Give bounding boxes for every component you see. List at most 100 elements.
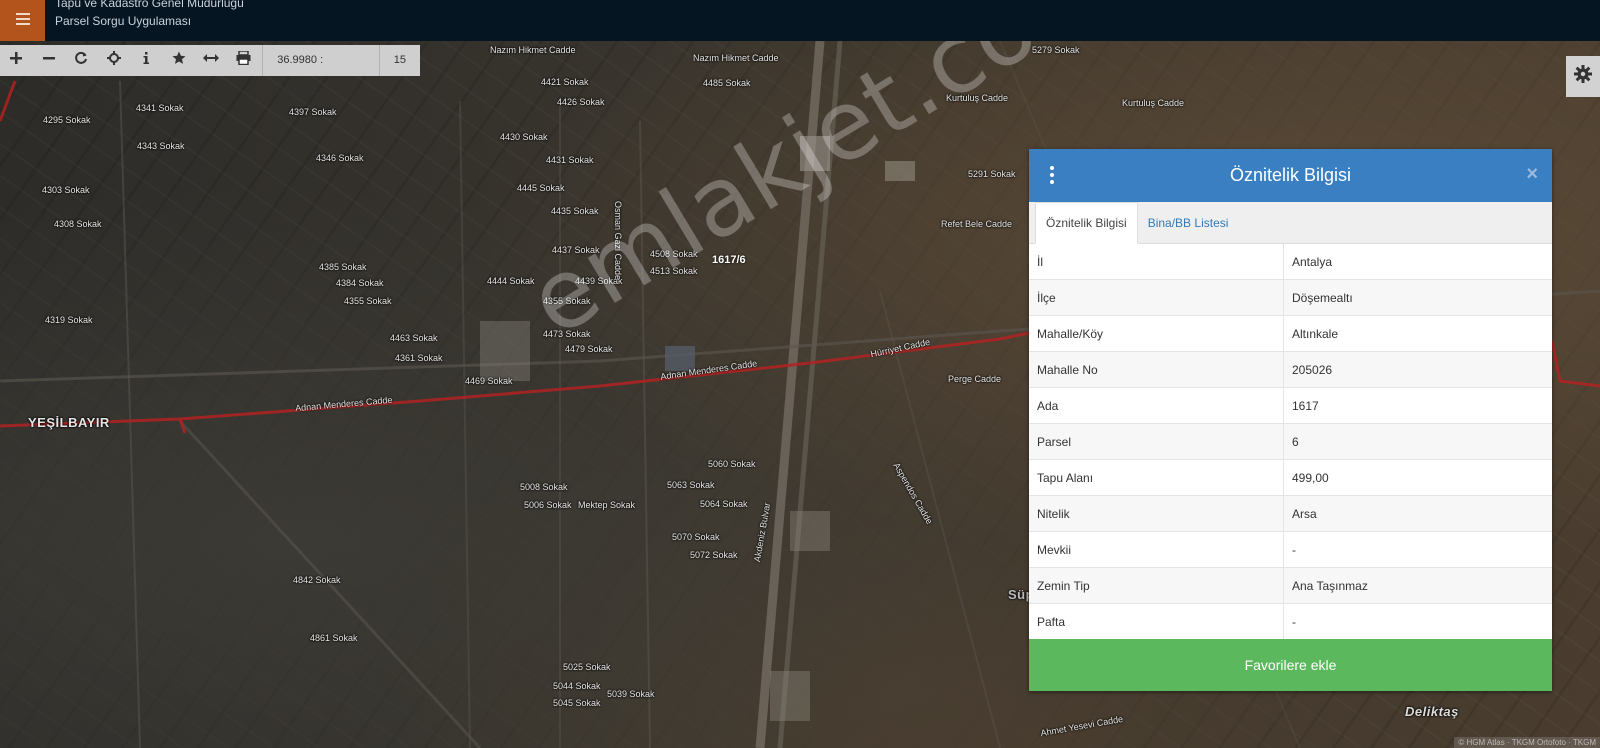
street-label: 4421 Sokak	[541, 77, 589, 87]
street-label: 4430 Sokak	[500, 132, 548, 142]
tab-building-list[interactable]: Bina/BB Listesi	[1138, 203, 1239, 243]
street-label: 5008 Sokak	[520, 482, 568, 492]
street-label: 5291 Sokak	[968, 169, 1016, 179]
settings-button[interactable]	[1566, 56, 1600, 97]
street-label: 4355 Sokak	[543, 296, 591, 306]
table-row: Mevkii -	[1029, 531, 1552, 568]
print-button[interactable]	[228, 45, 261, 76]
attribute-panel: Öznitelik Bilgisi × Öznitelik Bilgisi Bi…	[1029, 149, 1552, 691]
coordinate-readout: 36.9980 : 30.6262	[262, 45, 380, 97]
print-icon	[236, 50, 251, 70]
street-label: 4513 Sokak	[650, 266, 698, 276]
street-label: 4842 Sokak	[293, 575, 341, 585]
attribute-value: -	[1283, 531, 1552, 568]
hamburger-icon	[15, 12, 30, 30]
street-label: Nazım Hikmet Cadde	[490, 45, 576, 55]
measure-icon	[203, 51, 220, 70]
attribute-value: 1617	[1283, 387, 1552, 424]
attribute-table: İl Antalya İlçe Döşemealtı Mahalle/Köy Altı…	[1029, 244, 1552, 640]
menu-button[interactable]	[0, 0, 45, 41]
street-label: 4435 Sokak	[551, 206, 599, 216]
table-row: Zemin Tip Ana Taşınmaz	[1029, 567, 1552, 604]
refresh-button[interactable]	[65, 45, 98, 76]
table-row: Mahalle No 205026	[1029, 351, 1552, 388]
street-label: 4341 Sokak	[136, 103, 184, 113]
table-row: Parsel 6	[1029, 423, 1552, 460]
street-label: 5072 Sokak	[690, 550, 738, 560]
street-label: Refet Bele Cadde	[941, 219, 1013, 229]
locate-button[interactable]	[98, 45, 131, 76]
close-icon[interactable]: ×	[1526, 163, 1538, 186]
attribute-value: Arsa	[1283, 495, 1552, 532]
street-label: 5060 Sokak	[708, 459, 756, 469]
street-label: 5006 Sokak	[524, 500, 572, 510]
street-label: 4295 Sokak	[43, 115, 91, 125]
attribute-key: Parsel	[1029, 423, 1284, 460]
favorite-button[interactable]	[163, 45, 196, 76]
street-label: 4397 Sokak	[289, 107, 337, 117]
street-label: 4303 Sokak	[42, 185, 90, 195]
street-label: 4319 Sokak	[45, 315, 93, 325]
attribute-key: Zemin Tip	[1029, 567, 1284, 604]
street-label: 4431 Sokak	[546, 155, 594, 165]
attribute-key: Ada	[1029, 387, 1284, 424]
street-label: 5045 Sokak	[553, 698, 601, 708]
attribute-key: Nitelik	[1029, 495, 1284, 532]
gear-icon	[1574, 65, 1592, 88]
parcel-label[interactable]: 1617/6	[712, 254, 746, 266]
attribute-value: Ana Taşınmaz	[1283, 567, 1552, 604]
zoom-level: 15	[393, 54, 406, 66]
table-row: İlçe Döşemealtı	[1029, 279, 1552, 316]
street-label: 5039 Sokak	[607, 689, 655, 699]
attribute-key: Mahalle No	[1029, 351, 1284, 388]
measure-button[interactable]	[195, 45, 228, 76]
info-button[interactable]	[130, 45, 163, 76]
attribute-value: 499,00	[1283, 459, 1552, 496]
street-label: 4479 Sokak	[565, 344, 613, 354]
table-row: Ada 1617	[1029, 387, 1552, 424]
street-label: Nazım Hikmet Cadde	[693, 53, 779, 63]
street-label: 5070 Sokak	[672, 532, 720, 542]
street-label: 5279 Sokak	[1032, 45, 1080, 55]
top-bar: Tapu ve Kadastro Genel Müdürlüğü Parsel …	[0, 0, 1600, 41]
table-row: Mahalle/Köy Altınkale	[1029, 315, 1552, 352]
street-label: 4385 Sokak	[319, 262, 367, 272]
street-label: 4508 Sokak	[650, 249, 698, 259]
locate-icon	[106, 51, 121, 70]
table-row: Nitelik Arsa	[1029, 495, 1552, 532]
street-label: 4485 Sokak	[703, 78, 751, 88]
street-label: 4308 Sokak	[54, 219, 102, 229]
zoom-out-button[interactable]	[33, 45, 66, 76]
app-title: Tapu ve Kadastro Genel Müdürlüğü	[55, 0, 244, 10]
attribute-value: Döşemealtı	[1283, 279, 1552, 316]
panel-tabs: Öznitelik Bilgisi Bina/BB Listesi	[1029, 202, 1552, 244]
attribute-key: Tapu Alanı	[1029, 459, 1284, 496]
street-label: 4473 Sokak	[543, 329, 591, 339]
table-row: Pafta -	[1029, 603, 1552, 640]
street-label: 4361 Sokak	[395, 353, 443, 363]
street-label: 4355 Sokak	[344, 296, 392, 306]
attribute-key: İl	[1029, 244, 1284, 280]
table-row: Tapu Alanı 499,00	[1029, 459, 1552, 496]
table-row: İl Antalya	[1029, 244, 1552, 280]
street-label: 4469 Sokak	[465, 376, 513, 386]
attribute-value: 6	[1283, 423, 1552, 460]
zoom-in-button[interactable]	[0, 45, 33, 76]
attribute-key: İlçe	[1029, 279, 1284, 316]
district-label: YEŞİLBAYIR	[28, 415, 110, 430]
attribute-value: Antalya	[1283, 244, 1552, 280]
tab-attribute-info[interactable]: Öznitelik Bilgisi	[1035, 202, 1138, 244]
attribute-key: Mahalle/Köy	[1029, 315, 1284, 352]
kebab-menu-icon[interactable]	[1047, 166, 1057, 186]
street-label: Kurtuluş Cadde	[1122, 98, 1185, 108]
zoom-out-icon	[42, 51, 56, 70]
app-subtitle: Parsel Sorgu Uygulaması	[55, 14, 192, 28]
attribute-value: Altınkale	[1283, 315, 1552, 352]
info-icon	[139, 51, 153, 70]
street-label: 4384 Sokak	[336, 278, 384, 288]
star-icon	[172, 51, 186, 70]
street-label: Mektep Sokak	[578, 500, 636, 510]
street-label: 4463 Sokak	[390, 333, 438, 343]
add-to-favorites-button[interactable]: Favorilere ekle	[1029, 639, 1552, 691]
attribute-key: Pafta	[1029, 603, 1284, 640]
